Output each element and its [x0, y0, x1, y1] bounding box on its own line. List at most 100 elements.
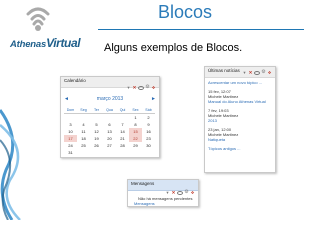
weekday-label: Ter [90, 106, 103, 114]
slide-title: Blocos [158, 2, 213, 22]
logo-text-virtual: Virtual [46, 36, 81, 50]
calendar-empty-cell [90, 149, 103, 156]
close-icon[interactable]: ✕ [132, 85, 137, 90]
calendar-day[interactable]: 30 [142, 142, 155, 149]
eye-icon[interactable] [138, 85, 144, 90]
calendar-empty-cell [116, 114, 129, 122]
calendar-day[interactable]: 7 [116, 121, 129, 128]
calendar-day[interactable]: 11 [77, 128, 90, 135]
decorative-ribbons [0, 109, 21, 220]
calendar-day[interactable]: 19 [90, 135, 103, 142]
calendar-day[interactable]: 29 [129, 142, 142, 149]
weekday-label: Seg [77, 106, 90, 114]
gear-icon[interactable]: ⚙ [261, 70, 266, 75]
calendar-day[interactable]: 16 [142, 128, 155, 135]
news-link[interactable]: 2013 [208, 118, 274, 123]
calendar-day[interactable]: 20 [103, 135, 116, 142]
calendar-day[interactable]: 24 [64, 142, 77, 149]
calendar-title: Calendário [64, 78, 86, 83]
gear-icon[interactable]: ⚙ [184, 190, 189, 195]
logo-text-athenas: Athenas [10, 39, 47, 50]
news-title: Últimas notícias [208, 68, 240, 73]
calendar-empty-cell [90, 114, 103, 122]
calendar-days: 1 2 3 4 5 6 7 8 9 10 11 12 13 14 15 16 17 18 19 20 21 22 23 24 2… [64, 114, 155, 157]
messages-controls: ▾ ✕ ⚙ ✥ [165, 190, 195, 196]
title-divider [98, 29, 304, 30]
news-list: Acrescentar um novo tópico ... 15 fev, 1… [208, 80, 274, 151]
calendar-week-row: 24 25 26 27 28 29 30 [64, 142, 155, 149]
calendar-day[interactable]: 31 [64, 149, 77, 156]
news-item: 15 fev, 12:07 Michele Martinez Manual do… [208, 89, 274, 104]
calendar-day[interactable]: 6 [103, 121, 116, 128]
calendar-controls: ▾ ✕ ⚙ ✥ [126, 85, 156, 91]
calendar-day[interactable]: 14 [116, 128, 129, 135]
calendar-week-row: 3456789 [64, 121, 155, 128]
calendar-day[interactable]: 5 [90, 121, 103, 128]
calendar-day[interactable]: 12 [90, 128, 103, 135]
eye-icon[interactable] [254, 70, 260, 75]
eye-icon[interactable] [177, 190, 183, 195]
close-icon[interactable]: ✕ [248, 70, 253, 75]
calendar-empty-cell [103, 114, 116, 122]
chevron-down-icon[interactable]: ▾ [126, 85, 131, 90]
calendar-day[interactable]: 17 [64, 135, 77, 142]
calendar-empty-cell [116, 149, 129, 156]
chevron-right-icon[interactable]: ► [151, 96, 156, 102]
gear-icon[interactable]: ⚙ [145, 85, 150, 90]
calendar-block: Calendário ▾ ✕ ⚙ ✥ ◄ março 2013 ► Dom Se… [60, 76, 160, 158]
chevron-down-icon[interactable]: ▾ [165, 190, 170, 195]
move-icon[interactable]: ✥ [267, 70, 272, 75]
calendar-grid: Dom Seg Ter Qua Qui Sex Sáb 1 2 3 4 5 6 7 8 9 10 1… [64, 106, 155, 156]
calendar-week-row: 10 11 12 13 14 15 16 [64, 128, 155, 135]
calendar-day[interactable]: 9 [142, 121, 155, 128]
calendar-day[interactable]: 26 [90, 142, 103, 149]
news-link[interactable]: Natiqueta [208, 137, 274, 142]
calendar-day[interactable]: 28 [116, 142, 129, 149]
calendar-weekday-row: Dom Seg Ter Qua Qui Sex Sáb [64, 106, 155, 114]
calendar-day[interactable]: 3 [64, 121, 77, 128]
calendar-day[interactable]: 10 [64, 128, 77, 135]
calendar-empty-cell [64, 114, 77, 122]
add-topic-link[interactable]: Acrescentar um novo tópico ... [208, 80, 274, 85]
slide-subtitle: Alguns exemplos de Blocos. [104, 42, 243, 54]
calendar-day[interactable]: 4 [77, 121, 90, 128]
logo-wordmark: AthenasVirtual [10, 34, 81, 52]
messages-link[interactable]: Mensagens [134, 201, 155, 206]
news-controls: ▾ ✕ ⚙ ✥ [242, 70, 272, 76]
close-icon[interactable]: ✕ [171, 190, 176, 195]
weekday-label: Sex [129, 106, 142, 114]
calendar-day[interactable]: 18 [77, 135, 90, 142]
older-topics-link[interactable]: Tópicos antigos ... [208, 146, 274, 151]
weekday-label: Dom [64, 106, 77, 114]
weekday-label: Sáb [142, 106, 155, 114]
calendar-empty-cell [142, 149, 155, 156]
move-icon[interactable]: ✥ [190, 190, 195, 195]
calendar-day[interactable]: 1 [129, 114, 142, 122]
calendar-empty-cell [129, 149, 142, 156]
calendar-day[interactable]: 22 [129, 135, 142, 142]
calendar-day[interactable]: 21 [116, 135, 129, 142]
calendar-day[interactable]: 8 [129, 121, 142, 128]
calendar-day[interactable]: 15 [129, 128, 142, 135]
calendar-nav: ◄ março 2013 ► [64, 96, 156, 102]
logo-signal-icon [26, 7, 50, 31]
calendar-day[interactable]: 2 [142, 114, 155, 122]
calendar-month[interactable]: março 2013 [64, 96, 156, 102]
calendar-week-row: 12 [64, 114, 155, 122]
calendar-day[interactable]: 13 [103, 128, 116, 135]
calendar-empty-cell [77, 114, 90, 122]
chevron-down-icon[interactable]: ▾ [242, 70, 247, 75]
move-icon[interactable]: ✥ [151, 85, 156, 90]
calendar-day[interactable]: 27 [103, 142, 116, 149]
messages-block: Mensagens ▾ ✕ ⚙ ✥ Não há mensagens pende… [127, 179, 199, 207]
news-item: 7 fev, 19:03 Michele Martinez 2013 [208, 108, 274, 123]
news-link[interactable]: Manual do Aluno Athenas Virtual [208, 99, 274, 104]
calendar-week-row: 17 18 19 20 21 22 23 [64, 135, 155, 142]
calendar-day[interactable]: 23 [142, 135, 155, 142]
news-item: 23 jan, 12:00 Michele Martinez Natiqueta [208, 127, 274, 142]
calendar-empty-cell [77, 149, 90, 156]
calendar-empty-cell [103, 149, 116, 156]
calendar-week-row: 31 [64, 149, 155, 156]
calendar-day[interactable]: 25 [77, 142, 90, 149]
weekday-label: Qua [103, 106, 116, 114]
